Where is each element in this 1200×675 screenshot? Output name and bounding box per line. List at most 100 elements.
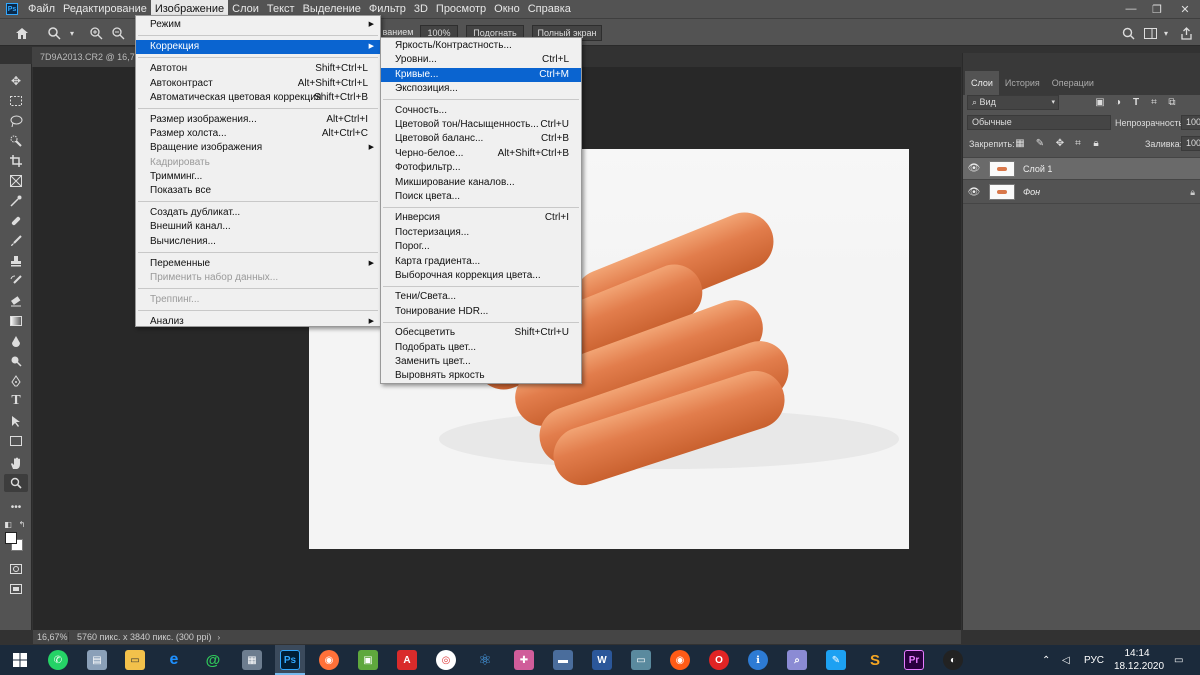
lock-artboard-icon[interactable]: ⌗ bbox=[1071, 136, 1085, 150]
menu-option[interactable]: Выборочная коррекция цвета... bbox=[381, 269, 581, 283]
status-arrow-icon[interactable]: › bbox=[217, 633, 220, 642]
chevron-down-icon[interactable]: ▾ bbox=[62, 23, 82, 43]
fill-field[interactable]: 100% bbox=[1181, 136, 1200, 151]
menu-option[interactable]: Автотон Shift+Ctrl+L bbox=[136, 62, 380, 76]
eraser-tool-icon[interactable] bbox=[4, 292, 28, 310]
whatsapp-icon[interactable]: ✆ bbox=[48, 650, 68, 670]
visibility-eye-icon[interactable]: 👁︎ bbox=[963, 163, 985, 174]
info-app-icon[interactable]: ℹ bbox=[748, 650, 768, 670]
zoom-in-icon[interactable] bbox=[86, 23, 106, 43]
menu-option[interactable]: Поиск цвета... bbox=[381, 190, 581, 204]
premiere-icon[interactable]: Pr bbox=[904, 650, 924, 670]
layer-name[interactable]: Слой 1 bbox=[1023, 164, 1052, 174]
firefox-dev-icon[interactable]: ◉ bbox=[670, 650, 690, 670]
rectangle-tool-icon[interactable] bbox=[4, 432, 28, 450]
tray-chevron-icon[interactable]: ⌃ bbox=[1042, 645, 1050, 675]
menu-option[interactable]: Заменить цвет... bbox=[381, 355, 581, 369]
close-button[interactable]: ✕ bbox=[1172, 0, 1198, 18]
lock-all-icon[interactable]: 🔒︎ bbox=[1089, 136, 1103, 150]
ie-green-icon[interactable]: @ bbox=[203, 650, 223, 670]
quick-mask-icon[interactable] bbox=[4, 560, 28, 578]
menu-option[interactable]: Выровнять яркость bbox=[381, 369, 581, 383]
calculator-icon[interactable]: ▦ bbox=[242, 650, 262, 670]
menu-option[interactable]: Подобрать цвет... bbox=[381, 341, 581, 355]
document-tab[interactable]: 7D9A2013.CR2 @ 16,7% bbox=[32, 47, 142, 67]
lock-image-icon[interactable]: ✎ bbox=[1033, 136, 1047, 150]
opacity-field[interactable]: 100% bbox=[1181, 115, 1200, 130]
swap-colors-icon[interactable]: ↰ bbox=[16, 515, 28, 533]
filter-type-icon[interactable]: T bbox=[1129, 95, 1143, 109]
lock-position-icon[interactable]: ✥ bbox=[1053, 136, 1067, 150]
crop-tool-icon[interactable] bbox=[4, 152, 28, 170]
menu-option[interactable]: Экспозиция... bbox=[381, 82, 581, 96]
menu-item[interactable]: Просмотр bbox=[432, 0, 490, 18]
menu-option[interactable]: Вращение изображения ▶ bbox=[136, 141, 380, 155]
pencil-app-icon[interactable]: ✎ bbox=[826, 650, 846, 670]
lasso-tool-icon[interactable] bbox=[4, 112, 28, 130]
search-icon[interactable] bbox=[1118, 23, 1138, 43]
visibility-eye-icon[interactable]: 👁︎ bbox=[963, 187, 985, 198]
quick-select-tool-icon[interactable] bbox=[4, 132, 28, 150]
zoom-tool-icon[interactable] bbox=[4, 474, 28, 492]
lock-transparent-icon[interactable]: ▦ bbox=[1013, 136, 1027, 150]
menu-option[interactable]: Цветовой тон/Насыщенность... Ctrl+U bbox=[381, 118, 581, 132]
tab-layers[interactable]: Слои bbox=[965, 71, 999, 95]
menu-option[interactable]: Постеризация... bbox=[381, 226, 581, 240]
menu-option[interactable]: Автоконтраст Alt+Shift+Ctrl+L bbox=[136, 77, 380, 91]
layer-name[interactable]: Фон bbox=[1023, 187, 1040, 197]
minimize-button[interactable]: — bbox=[1118, 0, 1144, 18]
menu-option[interactable]: Тени/Света... bbox=[381, 290, 581, 304]
brush-tool-icon[interactable] bbox=[4, 232, 28, 250]
workspace-chevron-icon[interactable]: ▾ bbox=[1156, 23, 1176, 43]
marquee-tool-icon[interactable] bbox=[4, 92, 28, 110]
menu-option[interactable]: Коррекция ▶ bbox=[136, 40, 380, 55]
eyedropper-tool-icon[interactable] bbox=[4, 192, 28, 210]
s-app-icon[interactable]: S bbox=[865, 650, 885, 670]
menu-item[interactable]: Файл bbox=[24, 0, 59, 18]
tab-actions[interactable]: Операции bbox=[1046, 71, 1100, 95]
menu-option[interactable]: Тонирование HDR... bbox=[381, 305, 581, 319]
firefox-icon[interactable]: ◉ bbox=[319, 650, 339, 670]
photoshop-logo[interactable]: Ps bbox=[6, 3, 18, 15]
pen-tool-icon[interactable] bbox=[4, 372, 28, 390]
healing-brush-tool-icon[interactable] bbox=[4, 212, 28, 230]
menu-item[interactable]: Справка bbox=[524, 0, 575, 18]
menu-option[interactable]: Кривые... Ctrl+M bbox=[381, 67, 581, 82]
menu-option[interactable]: Внешний канал... bbox=[136, 220, 380, 234]
menu-option[interactable]: Черно-белое... Alt+Shift+Ctrl+B bbox=[381, 147, 581, 161]
filter-pixel-icon[interactable]: ▣ bbox=[1093, 95, 1107, 109]
layer-row-background[interactable]: 👁︎ Фон 🔒︎ bbox=[963, 181, 1200, 204]
filter-smart-object-icon[interactable]: ⧉ bbox=[1165, 95, 1179, 109]
type-tool-icon[interactable]: T bbox=[4, 392, 28, 410]
menu-option[interactable]: Инверсия Ctrl+I bbox=[381, 211, 581, 225]
menu-option[interactable]: Микширование каналов... bbox=[381, 176, 581, 190]
layer-row-layer1[interactable]: 👁︎ Слой 1 bbox=[963, 157, 1200, 180]
photoshop-taskbar-icon[interactable]: Ps bbox=[280, 650, 300, 670]
image-editor-icon[interactable]: ▣ bbox=[358, 650, 378, 670]
menu-option[interactable]: Уровни... Ctrl+L bbox=[381, 53, 581, 67]
network-app-icon[interactable]: ⚛ bbox=[475, 650, 495, 670]
zoom-out-icon[interactable] bbox=[108, 23, 128, 43]
notes-app-icon[interactable]: ▤ bbox=[87, 650, 107, 670]
opera-icon[interactable]: O bbox=[709, 650, 729, 670]
menu-option[interactable]: Фотофильтр... bbox=[381, 161, 581, 175]
magnifier-app-icon[interactable]: ⌕ bbox=[787, 650, 807, 670]
menu-option[interactable]: Карта градиента... bbox=[381, 255, 581, 269]
dodge-tool-icon[interactable] bbox=[4, 352, 28, 370]
hand-tool-icon[interactable] bbox=[4, 454, 28, 472]
foreground-color-swatch[interactable] bbox=[5, 532, 17, 544]
language-indicator[interactable]: РУС bbox=[1084, 645, 1104, 675]
path-selection-tool-icon[interactable] bbox=[4, 412, 28, 430]
menu-option[interactable]: Сочность... bbox=[381, 104, 581, 118]
menu-option[interactable]: Тримминг... bbox=[136, 170, 380, 184]
clock[interactable]: 14:14 18.12.2020 bbox=[1114, 647, 1164, 673]
home-icon[interactable] bbox=[12, 23, 32, 43]
menu-option[interactable]: Переменные ▶ bbox=[136, 257, 380, 271]
screen-mode-icon[interactable] bbox=[4, 580, 28, 598]
chrome-icon[interactable]: ◎ bbox=[436, 650, 456, 670]
zoom-tool-preset-icon[interactable] bbox=[44, 23, 64, 43]
restore-button[interactable]: ❐ bbox=[1144, 0, 1170, 18]
word-icon[interactable]: W bbox=[592, 650, 612, 670]
menu-option[interactable]: Создать дубликат... bbox=[136, 206, 380, 220]
speaker-icon[interactable]: ◁ bbox=[1062, 645, 1070, 675]
